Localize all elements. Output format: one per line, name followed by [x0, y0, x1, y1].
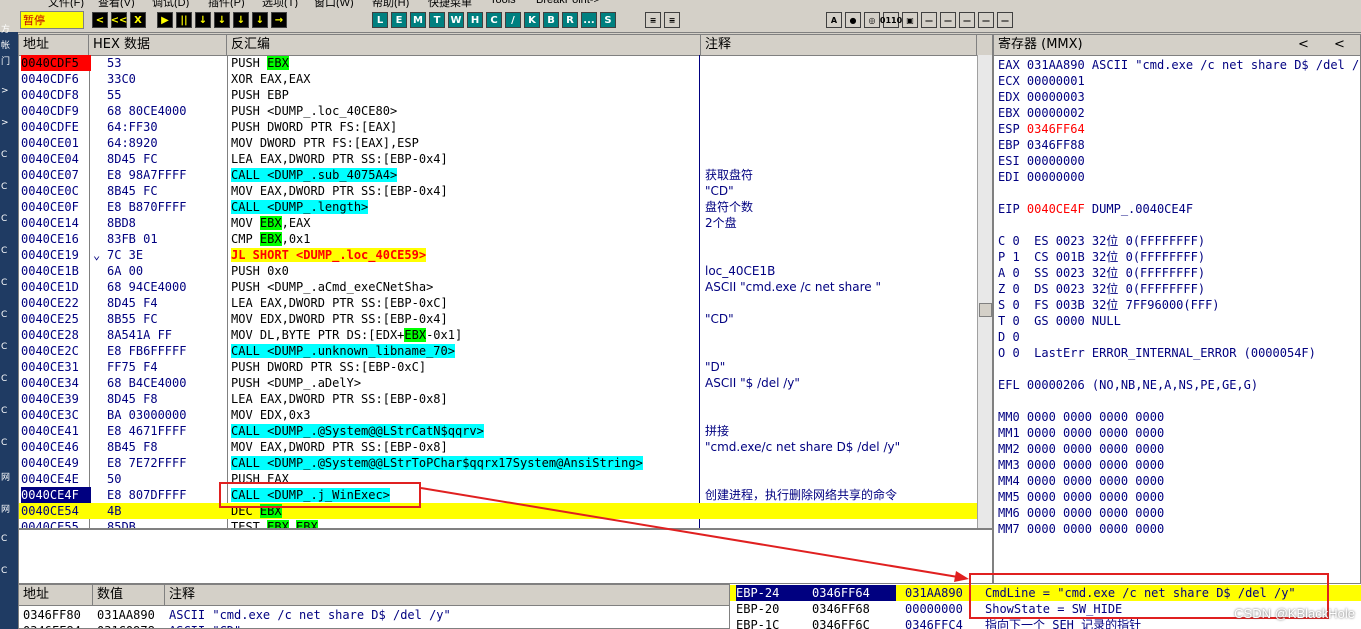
annotation-arrow	[420, 487, 969, 582]
watermark: CSDN @KBlackHole	[1234, 606, 1355, 621]
